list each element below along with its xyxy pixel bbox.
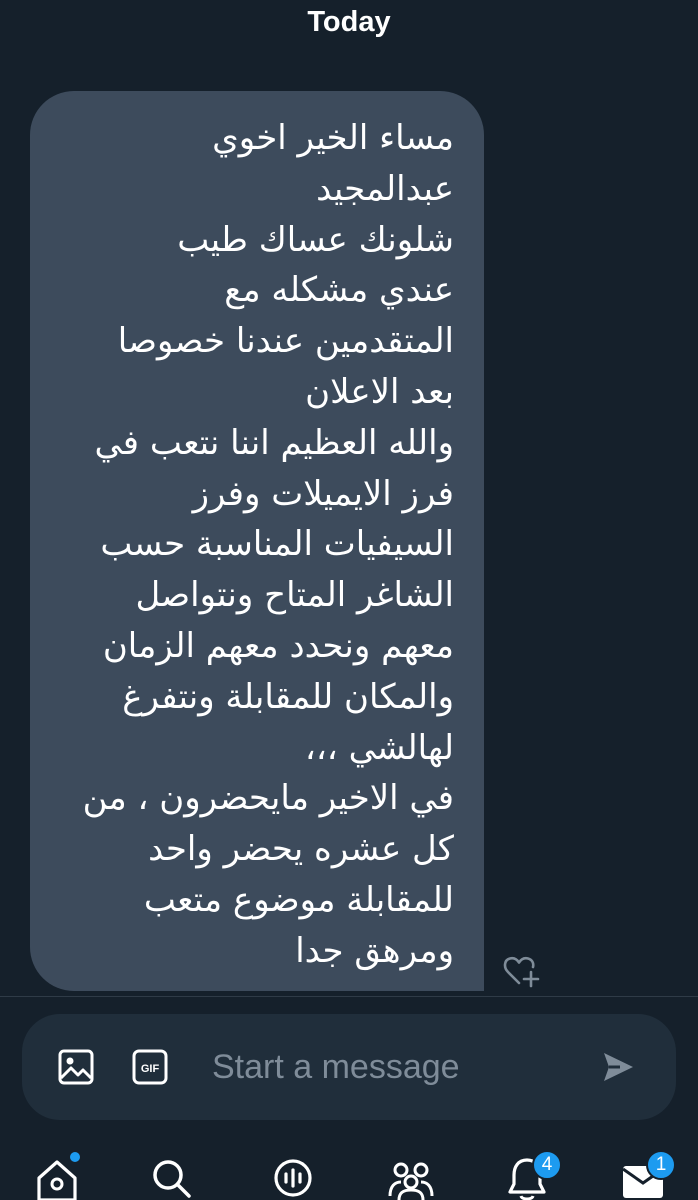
send-icon xyxy=(604,1053,633,1081)
nav-communities[interactable] xyxy=(386,1156,436,1200)
message-composer: GIF xyxy=(22,1014,676,1120)
send-button[interactable] xyxy=(596,1045,640,1089)
gif-icon: GIF xyxy=(132,1049,168,1085)
nav-home[interactable] xyxy=(32,1152,82,1200)
home-notification-dot xyxy=(70,1152,80,1162)
notifications-badge: 4 xyxy=(532,1150,562,1180)
nav-spaces[interactable] xyxy=(268,1156,318,1200)
search-icon xyxy=(153,1160,191,1198)
message-text: مساء الخير اخوي عبدالمجيد شلونك عساك طيب… xyxy=(82,118,454,971)
spaces-icon xyxy=(274,1159,312,1197)
bottom-navigation: 4 1 xyxy=(0,1140,698,1200)
nav-notifications[interactable]: 4 xyxy=(502,1150,562,1200)
dm-conversation-screen: Today مساء الخير اخوي عبدالمجيد شلونك عس… xyxy=(0,0,698,1200)
home-icon xyxy=(37,1160,77,1200)
heart-plus-icon xyxy=(503,956,540,988)
add-reaction-button[interactable] xyxy=(500,950,544,990)
nav-search[interactable] xyxy=(146,1156,196,1200)
gif-label: GIF xyxy=(141,1063,160,1075)
date-header: Today xyxy=(307,6,391,38)
image-icon xyxy=(58,1049,94,1085)
nav-messages[interactable]: 1 xyxy=(618,1150,676,1200)
communities-icon xyxy=(388,1162,434,1200)
message-bubble[interactable]: مساء الخير اخوي عبدالمجيد شلونك عساك طيب… xyxy=(30,91,484,991)
divider xyxy=(0,996,698,997)
message-input[interactable] xyxy=(212,1040,582,1094)
messages-badge: 1 xyxy=(646,1150,676,1180)
add-image-button[interactable] xyxy=(54,1045,98,1089)
add-gif-button[interactable]: GIF xyxy=(128,1045,172,1089)
